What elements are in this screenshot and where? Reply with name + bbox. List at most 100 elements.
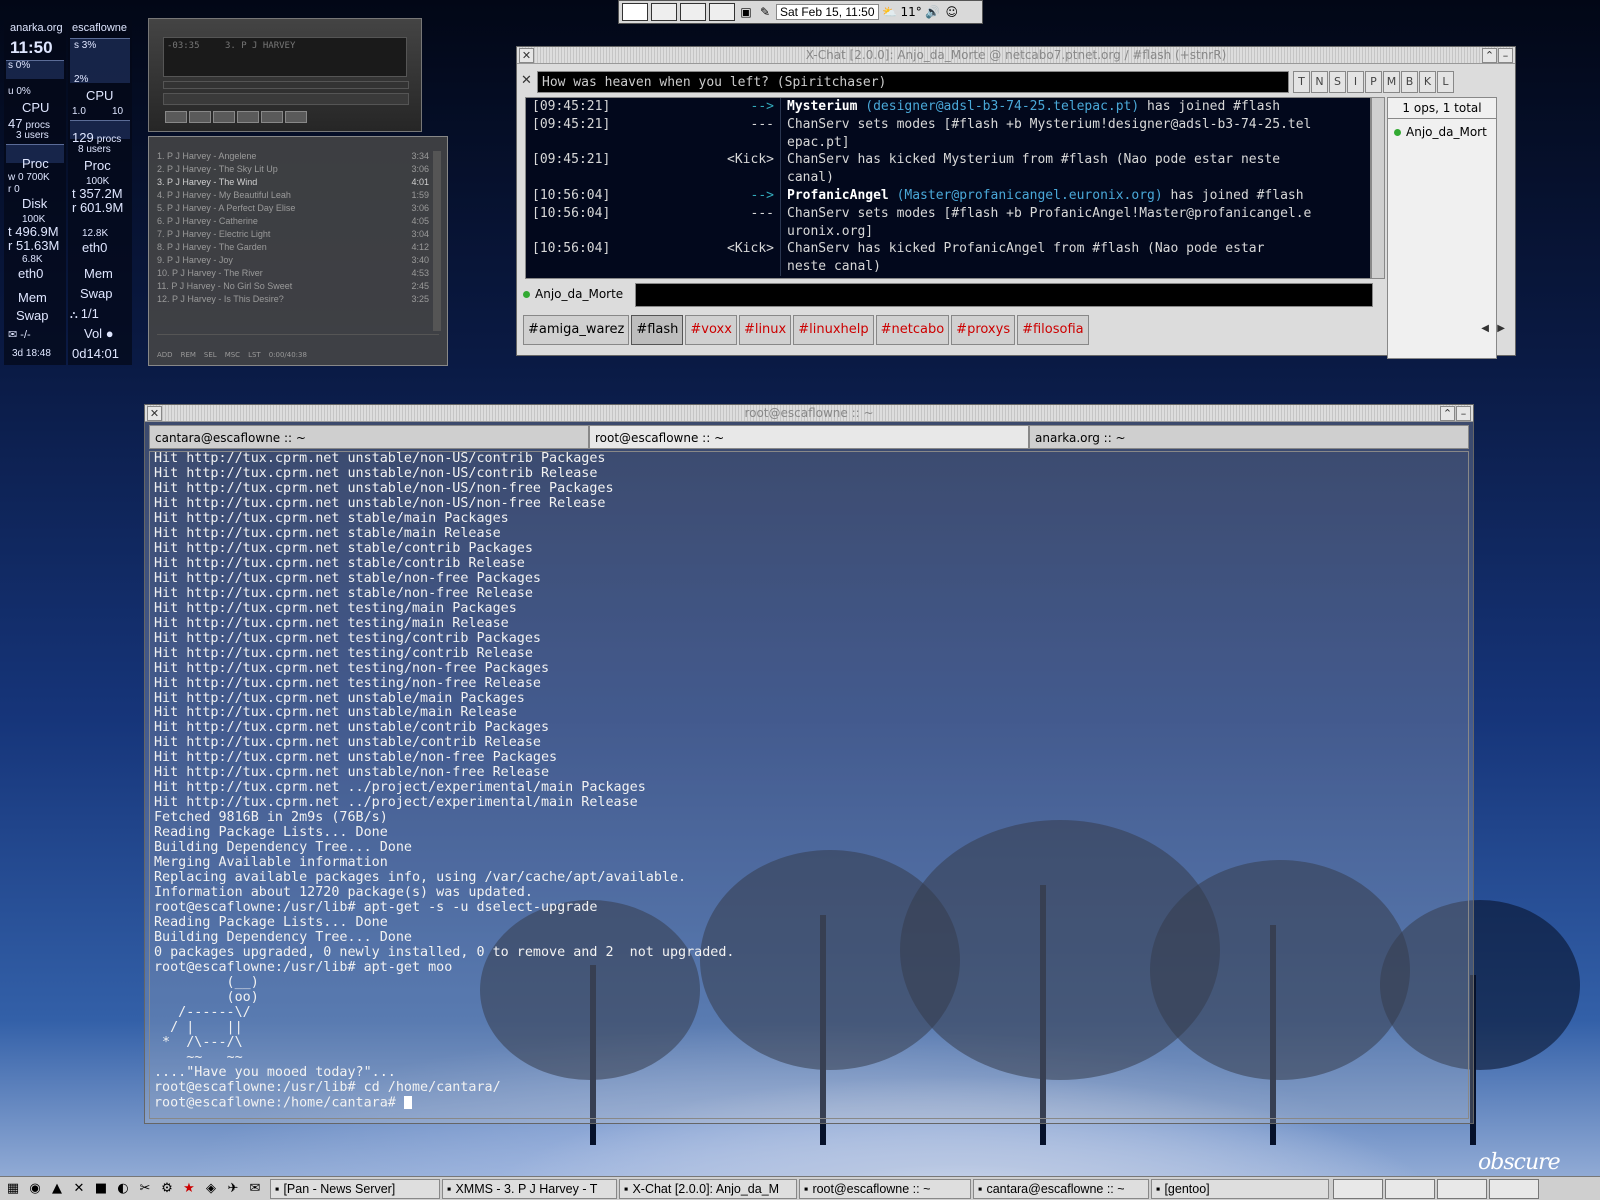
taskbar-task[interactable]: ▪ cantara@escaflowne :: ~ xyxy=(973,1178,1149,1199)
tab-proxys[interactable]: #proxys xyxy=(951,315,1016,345)
shell-launcher-icon[interactable]: ■ xyxy=(92,1180,110,1198)
mode-m-button[interactable]: M xyxy=(1383,71,1400,93)
tab-amiga_warez[interactable]: #amiga_warez xyxy=(523,315,630,345)
user-list-item[interactable]: Anjo_da_Mort xyxy=(1394,125,1496,139)
minimize-icon[interactable]: – xyxy=(1456,406,1471,421)
playlist-item[interactable]: 7. P J Harvey - Electric Light 3:04 xyxy=(157,229,429,242)
news-launcher-icon[interactable]: ✈ xyxy=(224,1180,242,1198)
mode-i-button[interactable]: I xyxy=(1347,71,1364,93)
minimize-icon[interactable]: – xyxy=(1498,48,1513,63)
terminal-output[interactable]: Hit http://tux.cprm.net unstable/non-US/… xyxy=(149,451,1469,1119)
playlist-item[interactable]: 1. P J Harvey - Angelene 3:34 xyxy=(157,151,429,164)
topic-field[interactable]: How was heaven when you left? (Spiritcha… xyxy=(537,71,1289,93)
playlist-item[interactable]: 10. P J Harvey - The River 4:53 xyxy=(157,268,429,281)
tab-scroll-left-icon[interactable]: ◀ xyxy=(1481,323,1489,334)
mode-k-button[interactable]: K xyxy=(1419,71,1436,93)
user-icon[interactable]: ☺ xyxy=(944,4,960,20)
playlist-item[interactable]: 6. P J Harvey - Catherine 4:05 xyxy=(157,216,429,229)
volume-icon[interactable]: 🔊 xyxy=(925,4,941,20)
xchat-launcher-icon[interactable]: ✕ xyxy=(70,1180,88,1198)
play-button[interactable] xyxy=(189,111,211,123)
mode-b-button[interactable]: B xyxy=(1401,71,1418,93)
tab-netcabo[interactable]: #netcabo xyxy=(875,315,950,345)
nick-button[interactable]: Anjo_da_Morte xyxy=(523,287,623,301)
terminal-tab[interactable]: anarka.org :: ~ xyxy=(1029,425,1469,449)
eject-button[interactable] xyxy=(285,111,307,123)
tab-filosofia[interactable]: #filosofia xyxy=(1017,315,1089,345)
playlist-msc-button[interactable]: MSC xyxy=(225,351,240,359)
mode-p-button[interactable]: P xyxy=(1365,71,1382,93)
mode-s-button[interactable]: S xyxy=(1329,71,1346,93)
tab-voxx[interactable]: #voxx xyxy=(685,315,737,345)
maximize-icon[interactable]: ⌃ xyxy=(1440,406,1455,421)
mail-launcher-icon[interactable]: ✉ xyxy=(246,1180,264,1198)
mode-l-button[interactable]: L xyxy=(1437,71,1454,93)
playlist-item[interactable]: 2. P J Harvey - The Sky Lit Up 3:06 xyxy=(157,164,429,177)
gk-eth-r: 51.63M xyxy=(15,238,60,253)
playlist-scrollbar[interactable] xyxy=(433,151,441,331)
volume-knob-icon[interactable]: ● xyxy=(106,326,114,341)
pager-desk-3[interactable] xyxy=(1437,1178,1487,1199)
playlist-item[interactable]: 5. P J Harvey - A Perfect Day Elise 3:06 xyxy=(157,203,429,216)
pause-button[interactable] xyxy=(213,111,235,123)
tab-scroll-right-icon[interactable]: ▶ xyxy=(1497,323,1505,334)
prev-button[interactable] xyxy=(165,111,187,123)
playlist-item[interactable]: 8. P J Harvey - The Garden 4:12 xyxy=(157,242,429,255)
pager-desk-2[interactable] xyxy=(1385,1178,1435,1199)
pager-desk-4[interactable] xyxy=(1489,1178,1539,1199)
stop-button[interactable] xyxy=(237,111,259,123)
xmms-seekbar[interactable] xyxy=(163,81,409,89)
browser-launcher-icon[interactable]: ◐ xyxy=(114,1180,132,1198)
playlist-lst-button[interactable]: LST xyxy=(248,351,261,359)
next-button[interactable] xyxy=(261,111,283,123)
tux-launcher-icon[interactable]: ▲ xyxy=(48,1180,66,1198)
taskbar-task[interactable]: ▪ XMMS - 3. P J Harvey - T xyxy=(442,1178,617,1199)
gentoo-launcher-icon[interactable]: ◉ xyxy=(26,1180,44,1198)
chat-log[interactable]: [09:45:21] --> Mysterium (designer@adsl-b3… xyxy=(525,97,1371,279)
playlist-item[interactable]: 3. P J Harvey - The Wind 4:01 xyxy=(157,177,429,190)
taskbar-task[interactable]: ▪ [gentoo] xyxy=(1151,1178,1329,1199)
close-icon[interactable]: ✕ xyxy=(147,406,162,421)
maximize-icon[interactable]: ⌃ xyxy=(1482,48,1497,63)
panel-clock[interactable]: Sat Feb 15, 11:50 xyxy=(776,4,879,20)
taskbar-task[interactable]: ▪ root@escaflowne :: ~ xyxy=(799,1178,971,1199)
chat-text: ChanServ sets modes [#flash +b Mysterium… xyxy=(787,116,1312,132)
playlist-item[interactable]: 12. P J Harvey - Is This Desire? 3:25 xyxy=(157,294,429,307)
terminal-launcher-icon[interactable]: ▦ xyxy=(4,1180,22,1198)
xchat-titlebar[interactable]: X-Chat [2.0.0]: Anjo_da_Morte @ netcabo7… xyxy=(517,47,1515,64)
terminal-tab[interactable]: cantara@escaflowne :: ~ xyxy=(149,425,589,449)
playlist-item[interactable]: 9. P J Harvey - Joy 3:40 xyxy=(157,255,429,268)
chat-scrollbar[interactable] xyxy=(1371,97,1385,279)
mode-t-button[interactable]: T xyxy=(1293,71,1310,93)
workspace-3[interactable] xyxy=(680,3,706,21)
terminal-tab[interactable]: root@escaflowne :: ~ xyxy=(589,425,1029,449)
playlist-item[interactable]: 11. P J Harvey - No Girl So Sweet 2:45 xyxy=(157,281,429,294)
tab-flash[interactable]: #flash xyxy=(631,315,684,345)
terminal-titlebar[interactable]: root@escaflowne :: ~ xyxy=(145,405,1473,422)
close-icon[interactable]: ✕ xyxy=(519,48,534,63)
network-launcher-icon[interactable]: ◈ xyxy=(202,1180,220,1198)
star-launcher-icon[interactable]: ★ xyxy=(180,1180,198,1198)
message-input[interactable] xyxy=(635,283,1373,307)
workspace-4[interactable] xyxy=(709,3,735,21)
tab-linux[interactable]: #linux xyxy=(738,315,792,345)
tab-linuxhelp[interactable]: #linuxhelp xyxy=(793,315,874,345)
workspace-2[interactable] xyxy=(651,3,677,21)
playlist-item[interactable]: 4. P J Harvey - My Beautiful Leah 1:59 xyxy=(157,190,429,203)
settings-launcher-icon[interactable]: ⚙ xyxy=(158,1180,176,1198)
taskbar-task[interactable]: ▪ [Pan - News Server] xyxy=(270,1178,440,1199)
mail-icon[interactable]: ✉ xyxy=(8,329,17,341)
playlist-add-button[interactable]: ADD xyxy=(157,351,173,359)
pager-desk-1[interactable] xyxy=(1333,1178,1383,1199)
playlist-sel-button[interactable]: SEL xyxy=(204,351,217,359)
taskbar-task[interactable]: ▪ X-Chat [2.0.0]: Anjo_da_M xyxy=(619,1178,797,1199)
mode-n-button[interactable]: N xyxy=(1311,71,1328,93)
tools-launcher-icon[interactable]: ✂ xyxy=(136,1180,154,1198)
workspace-1[interactable] xyxy=(622,3,648,21)
notepad-icon[interactable]: ✎ xyxy=(757,4,773,20)
close-tab-icon[interactable]: ✕ xyxy=(521,73,532,88)
xmms-volume-slider[interactable] xyxy=(163,93,409,105)
playlist-rem-button[interactable]: REM xyxy=(181,351,196,359)
chat-text: ChanServ has kicked ProfanicAngel from #… xyxy=(787,241,1265,257)
monitor-icon[interactable]: ▣ xyxy=(738,4,754,20)
